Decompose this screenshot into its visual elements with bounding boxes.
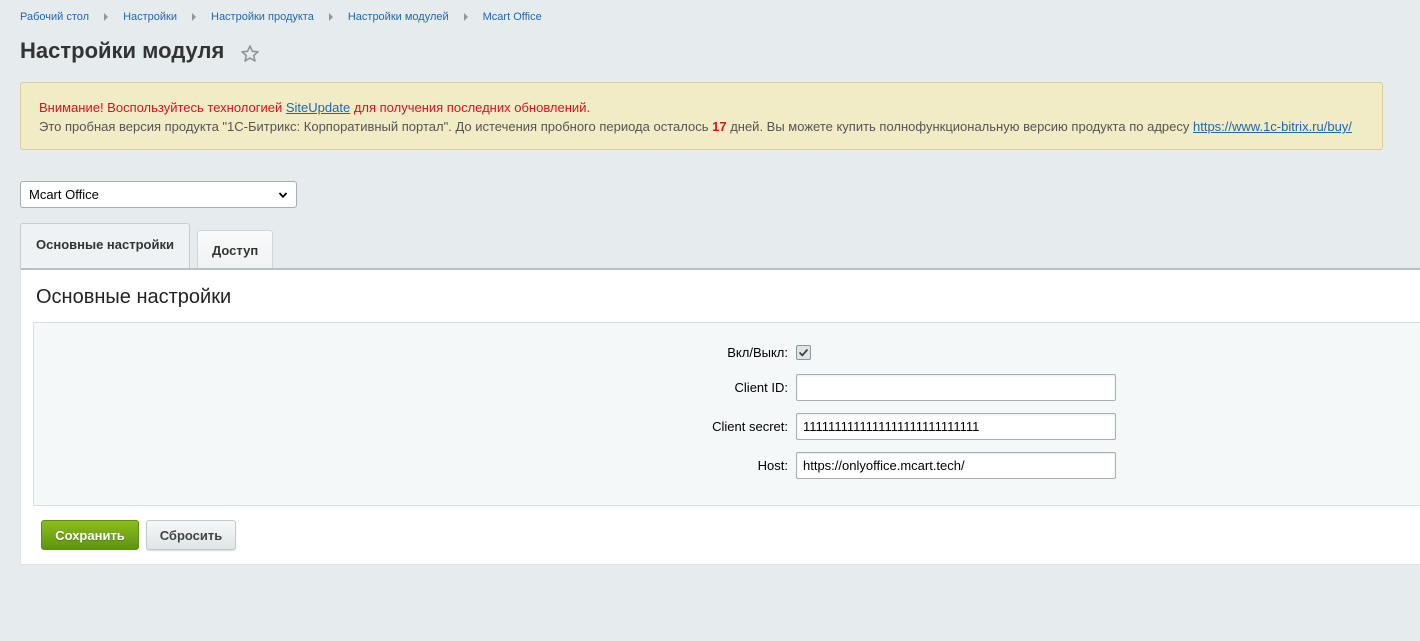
host-label: Host:: [757, 458, 788, 473]
trial-info-text: Это пробная версия продукта "1С-Битрикс:…: [39, 119, 713, 134]
client-secret-label: Client secret:: [712, 419, 788, 434]
update-warning: Внимание! Воспользуйтесь технологией Sit…: [39, 98, 1364, 117]
breadcrumb-item-settings[interactable]: Настройки: [123, 11, 177, 23]
tab-access[interactable]: Доступ: [196, 230, 274, 269]
tab-bar: Основные настройки Доступ: [20, 223, 274, 269]
breadcrumb-separator-icon: [463, 13, 468, 21]
favorite-star-icon[interactable]: [240, 44, 260, 64]
warning-text: Внимание! Воспользуйтесь технологией: [39, 100, 286, 115]
warning-text-suffix: для получения последних обновлений.: [350, 100, 591, 115]
field-row-enabled: Вкл/Выкл:: [34, 345, 1420, 360]
buy-link[interactable]: https://www.1c-bitrix.ru/buy/: [1193, 119, 1352, 134]
breadcrumb-separator-icon: [104, 13, 109, 21]
page-title: Настройки модуля: [20, 38, 225, 63]
panel-title: Основные настройки: [36, 286, 232, 308]
checkmark-icon: [798, 348, 809, 357]
trial-info-text-middle: дней. Вы можете купить полнофункциональн…: [726, 119, 1193, 134]
field-row-client-secret: Client secret: 1111111111111111111111111…: [34, 413, 1420, 440]
module-select[interactable]: Mcart Office: [20, 181, 297, 208]
breadcrumb-separator-icon: [328, 13, 333, 21]
siteupdate-link[interactable]: SiteUpdate: [286, 100, 350, 115]
breadcrumb-separator-icon: [192, 13, 196, 21]
trial-info: Это пробная версия продукта "1С-Битрикс:…: [39, 117, 1364, 136]
enabled-label: Вкл/Выкл:: [727, 345, 788, 360]
trial-notice: Внимание! Воспользуйтесь технологией Sit…: [20, 82, 1383, 150]
breadcrumb: Рабочий стол Настройки Настройки продукт…: [20, 11, 542, 23]
settings-form: Вкл/Выкл: Client ID: Client secret: 1111…: [33, 322, 1420, 506]
host-input[interactable]: https://onlyoffice.mcart.tech/: [796, 452, 1116, 479]
settings-panel: Основные настройки Вкл/Выкл: Client ID: …: [20, 268, 1420, 565]
enabled-checkbox[interactable]: [796, 345, 811, 360]
field-row-host: Host: https://onlyoffice.mcart.tech/: [34, 452, 1420, 479]
save-button[interactable]: Сохранить: [41, 520, 139, 550]
breadcrumb-item-desktop[interactable]: Рабочий стол: [20, 11, 89, 23]
chevron-down-icon: [278, 191, 288, 198]
reset-button[interactable]: Сбросить: [146, 520, 236, 550]
field-row-client-id: Client ID:: [34, 374, 1420, 401]
breadcrumb-item-product-settings[interactable]: Настройки продукта: [211, 11, 314, 23]
client-secret-input[interactable]: 1111111111111111111111111111: [796, 413, 1116, 440]
client-id-input[interactable]: [796, 374, 1116, 401]
breadcrumb-item-current[interactable]: Mcart Office: [483, 11, 542, 23]
tab-main-settings[interactable]: Основные настройки: [20, 223, 190, 269]
module-select-value: Mcart Office: [29, 187, 99, 202]
trial-days-count: 17: [712, 119, 727, 134]
breadcrumb-item-module-settings[interactable]: Настройки модулей: [348, 11, 449, 23]
client-id-label: Client ID:: [734, 380, 788, 395]
